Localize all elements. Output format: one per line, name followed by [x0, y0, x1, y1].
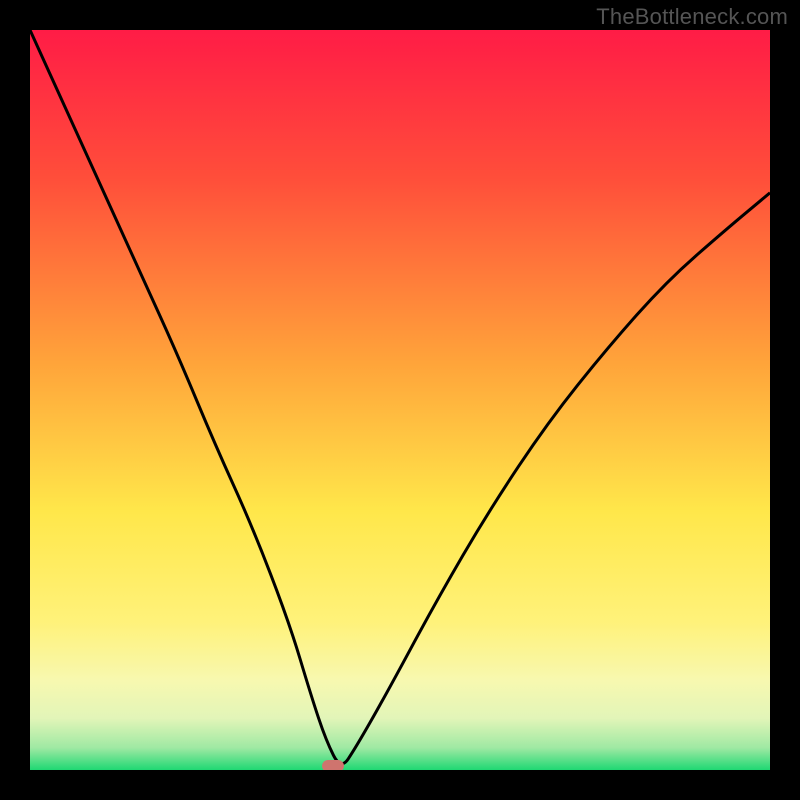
optimal-marker [322, 760, 344, 770]
gradient-background-svg [30, 30, 770, 770]
gradient-rect [30, 30, 770, 770]
chart-frame: TheBottleneck.com [0, 0, 800, 800]
plot-area [30, 30, 770, 770]
watermark-text: TheBottleneck.com [596, 4, 788, 30]
